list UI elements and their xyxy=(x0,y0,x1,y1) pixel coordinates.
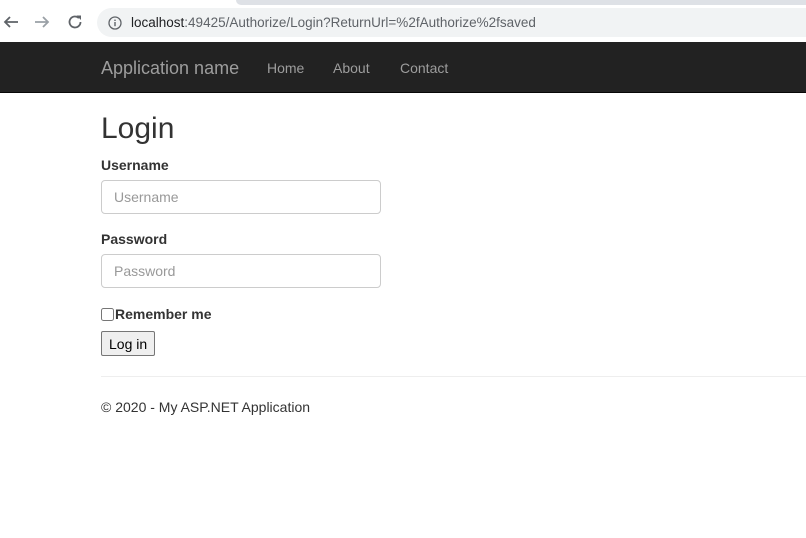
browser-toolbar: localhost:49425/Authorize/Login?ReturnUr… xyxy=(0,0,806,42)
remember-me-checkbox[interactable] xyxy=(101,307,114,321)
url-text[interactable]: localhost:49425/Authorize/Login?ReturnUr… xyxy=(131,15,536,30)
password-label: Password xyxy=(101,231,168,247)
username-label: Username xyxy=(101,157,169,173)
reload-button[interactable] xyxy=(64,11,86,33)
nav-link-home[interactable]: Home xyxy=(267,60,304,76)
site-navbar: Application name Home About Contact xyxy=(0,42,806,93)
forward-button[interactable] xyxy=(31,11,53,33)
tab-strip xyxy=(236,0,806,5)
remember-me-label[interactable]: Remember me xyxy=(115,306,212,322)
login-button[interactable]: Log in xyxy=(101,331,156,356)
footer-text: © 2020 - My ASP.NET Application xyxy=(101,399,311,415)
brand-link[interactable]: Application name xyxy=(101,58,239,79)
page-title: Login xyxy=(101,112,175,145)
footer-divider xyxy=(101,376,806,377)
arrow-left-icon xyxy=(3,16,18,28)
back-button[interactable] xyxy=(0,11,22,33)
url-host: localhost xyxy=(131,15,185,30)
username-input[interactable] xyxy=(101,180,381,214)
remember-me-row: Remember me xyxy=(101,306,212,322)
reload-icon xyxy=(68,15,82,29)
url-path: :49425/Authorize/Login?ReturnUrl=%2fAuth… xyxy=(184,15,536,30)
password-input[interactable] xyxy=(101,254,381,288)
address-bar[interactable]: localhost:49425/Authorize/Login?ReturnUr… xyxy=(97,8,806,37)
info-icon[interactable] xyxy=(108,15,122,30)
nav-link-about[interactable]: About xyxy=(333,60,370,76)
arrow-right-icon xyxy=(35,16,50,28)
nav-link-contact[interactable]: Contact xyxy=(400,60,448,76)
